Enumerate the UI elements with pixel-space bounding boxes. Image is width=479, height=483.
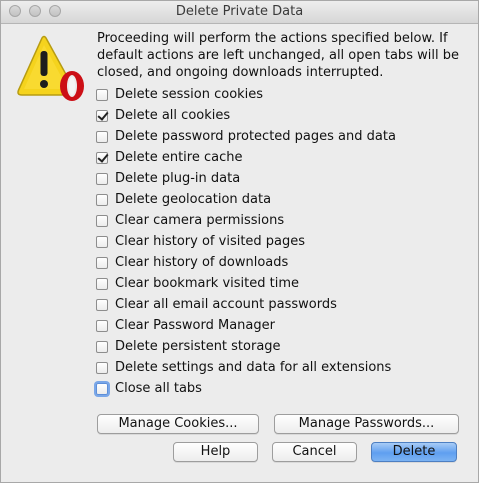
option-delete-session-cookies[interactable]: Delete session cookies (96, 84, 466, 105)
options-list: Delete session cookies Delete all cookie… (96, 84, 466, 399)
option-clear-history-downloads[interactable]: Clear history of downloads (96, 252, 466, 273)
delete-button[interactable]: Delete (371, 442, 457, 462)
manage-passwords-button[interactable]: Manage Passwords... (274, 414, 459, 434)
warning-message: Proceeding will perform the actions spec… (97, 31, 459, 80)
help-button[interactable]: Help (173, 442, 258, 462)
option-delete-geolocation-data[interactable]: Delete geolocation data (96, 189, 466, 210)
checkbox[interactable] (96, 340, 108, 353)
cancel-button[interactable]: Cancel (272, 442, 357, 462)
title-bar: Delete Private Data (1, 1, 478, 24)
window-title: Delete Private Data (175, 4, 304, 19)
checkbox[interactable] (96, 319, 108, 332)
checkbox[interactable] (96, 277, 108, 290)
checkbox[interactable] (96, 214, 108, 227)
option-label: Delete geolocation data (115, 192, 272, 207)
option-clear-email-passwords[interactable]: Clear all email account passwords (96, 294, 466, 315)
option-label: Clear camera permissions (115, 213, 285, 228)
option-label: Clear Password Manager (115, 318, 275, 333)
checkbox[interactable] (96, 151, 108, 164)
checkbox[interactable] (96, 361, 108, 374)
option-delete-all-cookies[interactable]: Delete all cookies (96, 105, 466, 126)
option-label: Close all tabs (115, 381, 202, 396)
option-clear-history-visited-pages[interactable]: Clear history of visited pages (96, 231, 466, 252)
delete-private-data-dialog: Delete Private Data Proceeding will perf… (0, 0, 479, 483)
option-label: Delete plug-in data (115, 171, 241, 186)
checkbox[interactable] (96, 235, 108, 248)
checkbox[interactable] (96, 298, 108, 311)
option-delete-entire-cache[interactable]: Delete entire cache (96, 147, 466, 168)
checkbox[interactable] (96, 130, 108, 143)
checkbox[interactable] (96, 172, 108, 185)
option-label: Clear history of visited pages (115, 234, 306, 249)
checkbox[interactable] (96, 109, 108, 122)
option-label: Delete settings and data for all extensi… (115, 360, 392, 375)
option-delete-plugin-data[interactable]: Delete plug-in data (96, 168, 466, 189)
option-close-all-tabs[interactable]: Close all tabs (96, 378, 466, 399)
warning-icon (17, 35, 84, 101)
option-delete-persistent-storage[interactable]: Delete persistent storage (96, 336, 466, 357)
option-delete-extension-data[interactable]: Delete settings and data for all extensi… (96, 357, 466, 378)
manage-cookies-button[interactable]: Manage Cookies... (97, 414, 259, 434)
option-clear-password-manager[interactable]: Clear Password Manager (96, 315, 466, 336)
option-delete-password-protected-pages[interactable]: Delete password protected pages and data (96, 126, 466, 147)
option-label: Delete persistent storage (115, 339, 281, 354)
option-label: Delete all cookies (115, 108, 231, 123)
option-clear-camera-permissions[interactable]: Clear camera permissions (96, 210, 466, 231)
checkbox[interactable] (96, 256, 108, 269)
option-label: Delete session cookies (115, 87, 264, 102)
opera-logo-icon (60, 71, 84, 101)
option-label: Clear bookmark visited time (115, 276, 299, 291)
option-label: Clear all email account passwords (115, 297, 337, 312)
option-label: Delete password protected pages and data (115, 129, 396, 144)
option-label: Delete entire cache (115, 150, 243, 165)
option-clear-bookmark-visited-time[interactable]: Clear bookmark visited time (96, 273, 466, 294)
checkbox[interactable] (96, 88, 108, 101)
checkbox[interactable] (96, 382, 108, 395)
checkbox[interactable] (96, 193, 108, 206)
option-label: Clear history of downloads (115, 255, 289, 270)
